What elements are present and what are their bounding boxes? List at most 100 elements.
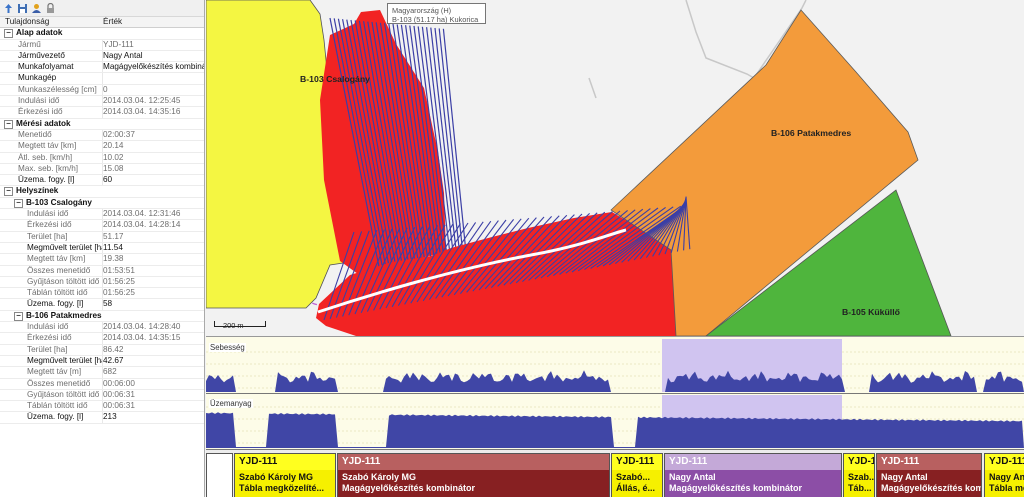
grid-row[interactable]: Üzema. fogy. [l] 60 xyxy=(0,175,204,187)
property-value[interactable]: 2014.03.04. 14:35:16 xyxy=(103,107,204,117)
grid-row[interactable]: Üzema. fogy. [l] 213 xyxy=(0,412,204,424)
grid-category[interactable]: − B-106 Patakmedres xyxy=(0,310,204,323)
property-value[interactable]: 01:53:51 xyxy=(103,266,204,276)
grid-row[interactable]: Összes menetidő 00:06:00 xyxy=(0,378,204,390)
grid-row[interactable]: Gyűjtáson töltött idő 01:56:25 xyxy=(0,276,204,289)
timeline-segment[interactable]: YJD-111 Szabó... Állás, é... xyxy=(611,453,663,497)
grid-row[interactable]: Max. seb. [km/h] 15.08 xyxy=(0,163,204,176)
property-value[interactable]: 01:56:25 xyxy=(103,277,204,287)
grid-category[interactable]: − Mérési adatok xyxy=(0,119,204,130)
timeline-segment[interactable]: YJD-111 Szabó Károly MG Magágyelőkészítés … xyxy=(337,453,610,497)
property-label: Munkafolyamat xyxy=(0,62,103,73)
lock-icon[interactable] xyxy=(45,2,56,14)
charts-panel: Sebesség Üzemanyag xyxy=(206,337,1024,450)
property-label: Munkaszélesség [cm] xyxy=(0,84,103,96)
property-value[interactable]: 00:06:00 xyxy=(103,379,204,389)
grid-row[interactable]: Érkezési idő 2014.03.04. 14:35:15 xyxy=(0,333,204,345)
grid-row[interactable]: Megtett táv [km] 19.38 xyxy=(0,254,204,266)
property-value[interactable]: 10.02 xyxy=(103,153,204,163)
grid-row[interactable]: Terület [ha] 86.42 xyxy=(0,344,204,356)
property-value[interactable]: 42.67 xyxy=(103,356,204,366)
grid-row[interactable]: Menetidő 02:00:37 xyxy=(0,129,204,142)
property-label: Járművezető xyxy=(0,50,103,62)
property-value[interactable]: 02:00:37 xyxy=(103,130,204,140)
category-label: B-106 Patakmedres xyxy=(26,310,102,320)
grid-row[interactable]: Indulási idő 2014.03.04. 12:31:46 xyxy=(0,209,204,221)
grid-row[interactable]: Indulási idő 2014.03.04. 12:25:45 xyxy=(0,96,204,108)
timeline-segment[interactable]: YJD-111 Szabó Károly MG Tábla megközelíté.… xyxy=(234,453,336,497)
segment-vehicle: YJD-111 xyxy=(844,454,874,470)
grid-row[interactable]: Táblán töltött idő 01:56:25 xyxy=(0,288,204,300)
segment-vehicle: YJD-111 xyxy=(665,454,841,470)
timeline-segment[interactable]: YJD-111Nagy AntalMagágyelőkészítés kombi… xyxy=(664,453,842,497)
property-value[interactable]: 2014.03.04. 14:28:40 xyxy=(103,322,204,332)
map-canvas[interactable] xyxy=(206,0,1024,336)
property-value[interactable]: 682 xyxy=(103,367,204,377)
timeline-start-gap xyxy=(206,453,233,497)
timeline-segment[interactable]: YJD-111Szab...Táb... xyxy=(843,453,875,497)
grid-row[interactable]: Munkaszélesség [cm] 0 xyxy=(0,84,204,97)
property-value[interactable]: 51.17 xyxy=(103,232,204,242)
tooltip-line-2: B-103 (51.17 ha) Kukorica xyxy=(392,15,479,24)
property-value[interactable]: 00:06:31 xyxy=(103,390,204,400)
grid-row[interactable]: Gyűjtáson töltött idő 00:06:31 xyxy=(0,389,204,402)
grid-row[interactable]: Érkezési idő 2014.03.04. 14:35:16 xyxy=(0,107,204,119)
property-label: Megtett táv [km] xyxy=(0,254,103,265)
property-value[interactable]: 11.54 xyxy=(103,243,204,253)
grid-category[interactable]: − Alap adatok xyxy=(0,28,204,40)
property-value[interactable]: 01:56:25 xyxy=(103,288,204,298)
segment-activity: Tábla megközelíté... xyxy=(239,483,325,493)
segment-vehicle: YJD-111 xyxy=(985,454,1024,470)
grid-row[interactable]: Átl. seb. [km/h] 10.02 xyxy=(0,152,204,164)
grid-row[interactable]: Megtett táv [km] 20.14 xyxy=(0,141,204,153)
property-value[interactable]: 2014.03.04. 14:35:15 xyxy=(103,333,204,343)
grid-header: Tulajdonság Érték xyxy=(0,17,204,29)
header-property: Tulajdonság xyxy=(5,17,50,26)
grid-row[interactable]: Táblán töltött idő 00:06:31 xyxy=(0,401,204,413)
property-value[interactable]: 19.38 xyxy=(103,254,204,264)
grid-row[interactable]: MunkafolyamatMagágyelőkészítés kombináto… xyxy=(0,62,204,74)
property-value[interactable]: YJD-111 xyxy=(103,40,204,50)
property-value[interactable]: Nagy Antal xyxy=(103,51,204,61)
grid-row[interactable]: Jármű YJD-111 xyxy=(0,39,204,51)
property-value[interactable]: 58 xyxy=(103,299,204,309)
property-label: Munkagép xyxy=(0,73,103,84)
property-value[interactable]: 86.42 xyxy=(103,345,204,355)
grid-row[interactable]: Üzema. fogy. [l] 58 xyxy=(0,299,204,311)
property-value[interactable]: 2014.03.04. 14:28:14 xyxy=(103,220,204,230)
sort-icon[interactable] xyxy=(3,3,14,14)
property-value[interactable]: 2014.03.04. 12:31:46 xyxy=(103,209,204,219)
property-value[interactable]: 00:06:31 xyxy=(103,401,204,411)
grid-row[interactable]: Összes menetidő 01:53:51 xyxy=(0,265,204,277)
segment-details: Nagy AntalMagágyelőkészítés kombinátor xyxy=(665,470,841,497)
properties-panel: Tulajdonság Érték − Alap adatok Jármű YJD-1… xyxy=(0,0,205,497)
timeline-segment[interactable]: YJD-111Nagy AntalTábla megk... xyxy=(984,453,1024,497)
grid-row[interactable]: Terület [ha] 51.17 xyxy=(0,231,204,243)
timeline-segment[interactable]: YJD-111Nagy AntalMagágyelőkészítés kombi… xyxy=(876,453,982,497)
user-icon[interactable] xyxy=(31,3,42,14)
segment-details: Nagy AntalMagágyelőkészítés kombinátor xyxy=(877,470,981,497)
grid-category[interactable]: − B-103 Csalogány xyxy=(0,198,204,210)
grid-category[interactable]: − Helyszínek xyxy=(0,186,204,198)
property-value[interactable]: Magágyelőkészítés kombinátor xyxy=(103,62,204,72)
grid-row[interactable]: Indulási idő 2014.03.04. 14:28:40 xyxy=(0,322,204,334)
grid-row[interactable]: Járművezető Nagy Antal xyxy=(0,50,204,63)
charts-canvas[interactable] xyxy=(206,337,1024,449)
grid-row[interactable]: Megtett táv [m] 682 xyxy=(0,367,204,379)
grid-row[interactable]: Érkezési idő 2014.03.04. 14:28:14 xyxy=(0,220,204,232)
property-value[interactable]: 2014.03.04. 12:25:45 xyxy=(103,96,204,106)
category-label: Mérési adatok xyxy=(16,118,71,128)
segment-activity: Állás, é... xyxy=(616,483,656,493)
property-value[interactable]: 213 xyxy=(103,412,204,422)
grid-row[interactable]: Megművelt terület [ha] 11.54 xyxy=(0,242,204,255)
scale-label: 200 m xyxy=(223,321,244,330)
save-icon[interactable] xyxy=(17,3,28,14)
property-value[interactable]: 20.14 xyxy=(103,141,204,151)
property-value[interactable]: 15.08 xyxy=(103,164,204,174)
property-value[interactable]: 0 xyxy=(103,85,204,95)
property-label: Táblán töltött idő xyxy=(0,401,103,412)
map-view[interactable]: B-103 Csalogány B-106 Patakmedres B-105 … xyxy=(206,0,1024,337)
property-value[interactable]: 60 xyxy=(103,175,204,185)
grid-row[interactable]: Megművelt terület [ha] 42.67 xyxy=(0,355,204,368)
grid-row[interactable]: Munkagép xyxy=(0,73,204,85)
